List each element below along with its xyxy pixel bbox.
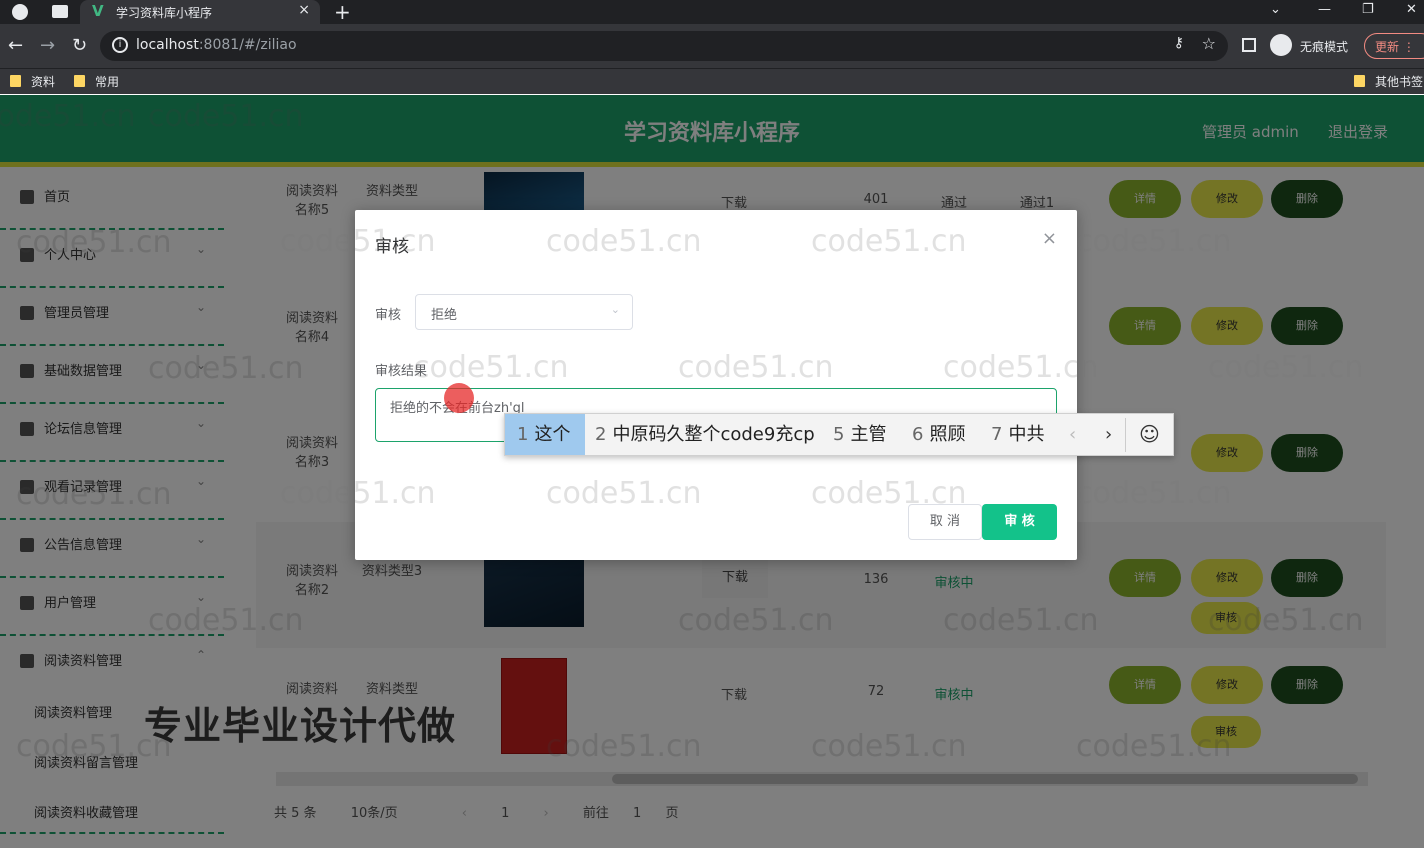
restore-icon[interactable]: ❐ bbox=[1362, 2, 1374, 17]
key-icon[interactable]: ⚷ bbox=[1174, 35, 1184, 51]
bookmark-folder-changyong[interactable]: 常用 bbox=[74, 73, 119, 90]
other-bookmarks[interactable]: 其他书签 bbox=[1354, 73, 1423, 90]
ime-candidate[interactable]: 1 这个 bbox=[505, 414, 585, 455]
audit-result-label: 审核结果 bbox=[375, 364, 428, 379]
url-bar[interactable]: i localhost:8081/#/ziliao ⚷ ☆ bbox=[100, 31, 1228, 61]
tab-search-icon[interactable]: ⌄ bbox=[1270, 2, 1281, 17]
tab-close-icon[interactable]: × bbox=[298, 2, 310, 18]
audit-select-label: 审核 bbox=[375, 308, 402, 323]
folder-icon bbox=[10, 75, 21, 87]
incognito-label: 无痕模式 bbox=[1300, 40, 1349, 54]
star-icon[interactable]: ☆ bbox=[1202, 34, 1216, 53]
browser-tabbar: V 学习资料库小程序 × + ⌄ — ❐ ✕ bbox=[0, 0, 1424, 24]
forward-icon[interactable]: → bbox=[40, 35, 55, 56]
folder-icon bbox=[74, 75, 85, 87]
reload-icon[interactable]: ↻ bbox=[72, 35, 87, 56]
bookmark-folder-ziliao[interactable]: 资料 bbox=[10, 73, 55, 90]
tab-group-icon[interactable] bbox=[52, 5, 68, 18]
bookmarks-bar: 资料 常用 其他书签 bbox=[0, 68, 1424, 94]
browser-tab[interactable]: V 学习资料库小程序 × bbox=[80, 0, 320, 24]
ime-next-icon[interactable]: › bbox=[1105, 414, 1112, 455]
ime-candidate[interactable]: 6 照顾 bbox=[912, 414, 965, 455]
audit-select-value: 拒绝 bbox=[431, 308, 458, 323]
ime-prev-icon[interactable]: ‹ bbox=[1069, 414, 1076, 455]
ime-candidate[interactable]: 2 中原码久整个code9充cp bbox=[595, 414, 815, 455]
cancel-button[interactable]: 取 消 bbox=[908, 504, 982, 540]
ime-candidate-bar: 1 这个 2 中原码久整个code9充cp 5 主管 6 照顾 7 中共 ‹ › ☺ bbox=[504, 413, 1174, 456]
ime-candidate[interactable]: 5 主管 bbox=[833, 414, 886, 455]
new-tab-button[interactable]: + bbox=[334, 0, 351, 24]
audit-select[interactable]: 拒绝 ⌄ bbox=[415, 294, 633, 330]
vue-favicon-icon: V bbox=[92, 2, 104, 20]
minimize-icon[interactable]: — bbox=[1318, 2, 1331, 17]
site-info-icon[interactable]: i bbox=[112, 37, 128, 53]
update-button[interactable]: 更新 ⋮ bbox=[1364, 33, 1424, 59]
side-panel-icon[interactable] bbox=[1242, 38, 1256, 52]
divider bbox=[1125, 418, 1126, 452]
back-icon[interactable]: ← bbox=[8, 35, 23, 56]
url-text[interactable]: localhost:8081/#/ziliao bbox=[136, 37, 297, 53]
dialog-title: 审核 bbox=[375, 237, 409, 257]
address-toolbar: ← → ↻ i localhost:8081/#/ziliao ⚷ ☆ 无痕模式… bbox=[0, 24, 1424, 68]
emoji-icon[interactable]: ☺ bbox=[1139, 414, 1160, 455]
window-close-icon[interactable]: ✕ bbox=[1406, 2, 1417, 17]
chevron-down-icon: ⌄ bbox=[610, 303, 620, 316]
tab-title: 学习资料库小程序 bbox=[116, 6, 213, 20]
close-icon[interactable]: × bbox=[1042, 228, 1057, 249]
confirm-audit-button[interactable]: 审 核 bbox=[982, 504, 1057, 540]
globe-icon[interactable] bbox=[12, 4, 28, 20]
incognito-icon[interactable] bbox=[1270, 34, 1292, 56]
ime-candidate[interactable]: 7 中共 bbox=[991, 414, 1044, 455]
folder-icon bbox=[1354, 75, 1365, 87]
mouse-cursor-indicator bbox=[444, 383, 474, 413]
